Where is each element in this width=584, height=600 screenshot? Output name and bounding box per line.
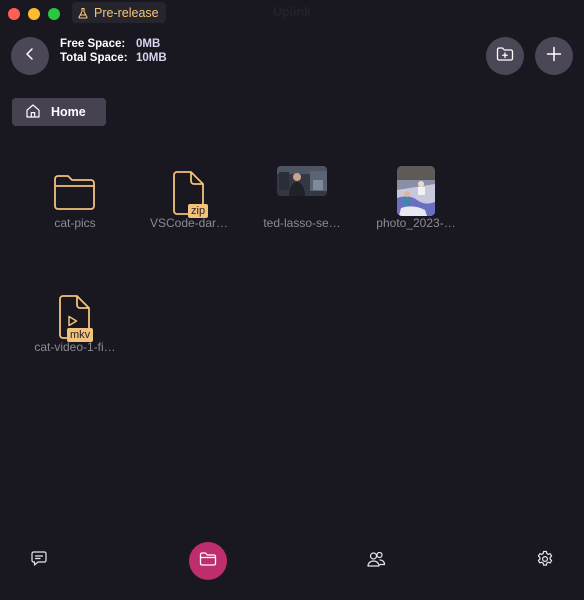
image-thumbnail xyxy=(277,166,327,196)
storage-info: Free Space: 0MB Total Space: 10MB xyxy=(60,37,167,65)
image-thumbnail xyxy=(397,166,435,216)
file-type-badge: zip xyxy=(188,204,209,218)
file-name: cat-pics xyxy=(54,216,96,230)
breadcrumb-home[interactable]: Home xyxy=(12,98,106,126)
title-bar: Pre-release Uplink xyxy=(0,0,584,26)
gear-icon xyxy=(536,550,554,573)
file-name: ted-lasso-se… xyxy=(263,216,341,230)
new-folder-button[interactable] xyxy=(486,37,524,75)
file-name: cat-video-1-fi… xyxy=(34,340,116,354)
file-item-zip[interactable]: zip VSCode-dar… xyxy=(139,164,239,230)
bottom-navigation xyxy=(0,540,584,582)
file-type-badge: mkv xyxy=(67,328,94,342)
feedback-button[interactable] xyxy=(28,550,50,572)
back-button[interactable] xyxy=(11,37,49,75)
file-item-video[interactable]: mkv cat-video-1-fi… xyxy=(25,288,125,354)
house-icon xyxy=(25,103,41,122)
breadcrumb-home-label: Home xyxy=(51,105,86,119)
file-item-photo[interactable]: photo_2023-… xyxy=(366,164,466,230)
chevron-left-icon xyxy=(23,47,37,66)
free-space-label: Free Space: xyxy=(60,38,126,50)
folder-icon xyxy=(199,551,217,572)
file-item-image[interactable]: ted-lasso-se… xyxy=(252,164,352,230)
folder-plus-icon xyxy=(496,46,514,67)
file-name: photo_2023-… xyxy=(376,216,456,230)
plus-icon xyxy=(546,46,562,67)
folder-icon xyxy=(53,173,97,216)
friends-button[interactable] xyxy=(365,550,387,572)
files-button[interactable] xyxy=(189,542,227,580)
chat-bubble-icon xyxy=(30,550,48,573)
document-icon: zip xyxy=(167,170,211,218)
users-icon xyxy=(366,550,386,573)
add-button[interactable] xyxy=(535,37,573,75)
total-space-value: 10MB xyxy=(136,52,167,64)
total-space-label: Total Space: xyxy=(60,52,128,64)
settings-button[interactable] xyxy=(534,550,556,572)
file-name: VSCode-dar… xyxy=(149,216,229,230)
app-title: Uplink xyxy=(272,5,312,19)
video-file-icon: mkv xyxy=(53,294,97,342)
file-item-folder[interactable]: cat-pics xyxy=(25,164,125,230)
free-space-value: 0MB xyxy=(136,38,161,50)
